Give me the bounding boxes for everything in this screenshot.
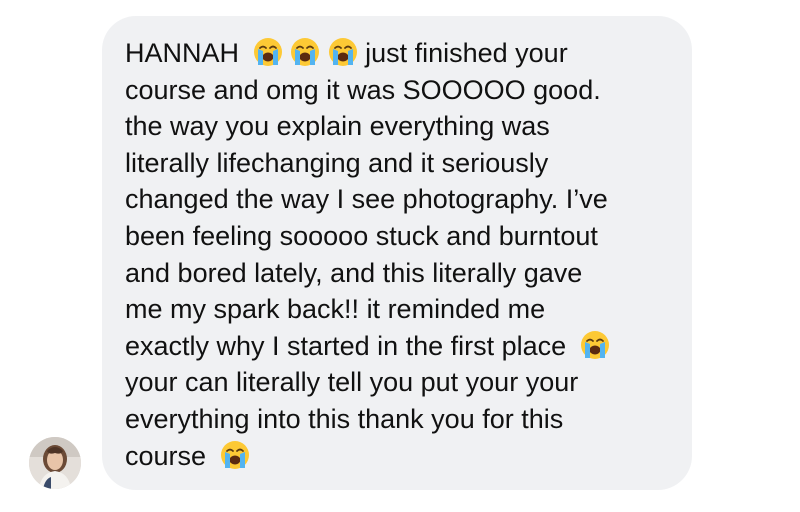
message-thread: HANNAH just finished your course and omg… — [0, 0, 800, 512]
message-line: me my spark back!! it reminded me — [125, 294, 546, 325]
message-line: the way you explain everything was — [125, 111, 550, 142]
loudly-crying-face-icon — [220, 440, 250, 470]
message-line: HANNAH just finished your — [125, 37, 568, 68]
loudly-crying-face-icon — [253, 37, 283, 67]
message-line: exactly why I started in the first place — [125, 328, 672, 365]
message-line: course and omg it was SOOOOO good. — [125, 74, 601, 105]
message-line: course — [125, 438, 672, 475]
user-avatar-icon — [29, 437, 81, 489]
message-line: been feeling sooooo stuck and burntout — [125, 220, 598, 251]
message-line: and bored lately, and this literally gav… — [125, 257, 583, 288]
message-line: your can literally tell you put your you… — [125, 367, 579, 398]
loudly-crying-face-icon — [580, 330, 610, 360]
message-bubble[interactable]: HANNAH just finished your course and omg… — [102, 16, 692, 490]
message-line: literally lifechanging and it seriously — [125, 147, 549, 178]
message-line: everything into this thank you for this — [125, 403, 564, 434]
message-text: HANNAH just finished your course and omg… — [125, 35, 672, 474]
loudly-crying-face-icon — [290, 37, 320, 67]
loudly-crying-face-icon — [328, 37, 358, 67]
message-line: changed the way I see photography. I’ve — [125, 184, 608, 215]
sender-avatar[interactable] — [29, 437, 81, 489]
